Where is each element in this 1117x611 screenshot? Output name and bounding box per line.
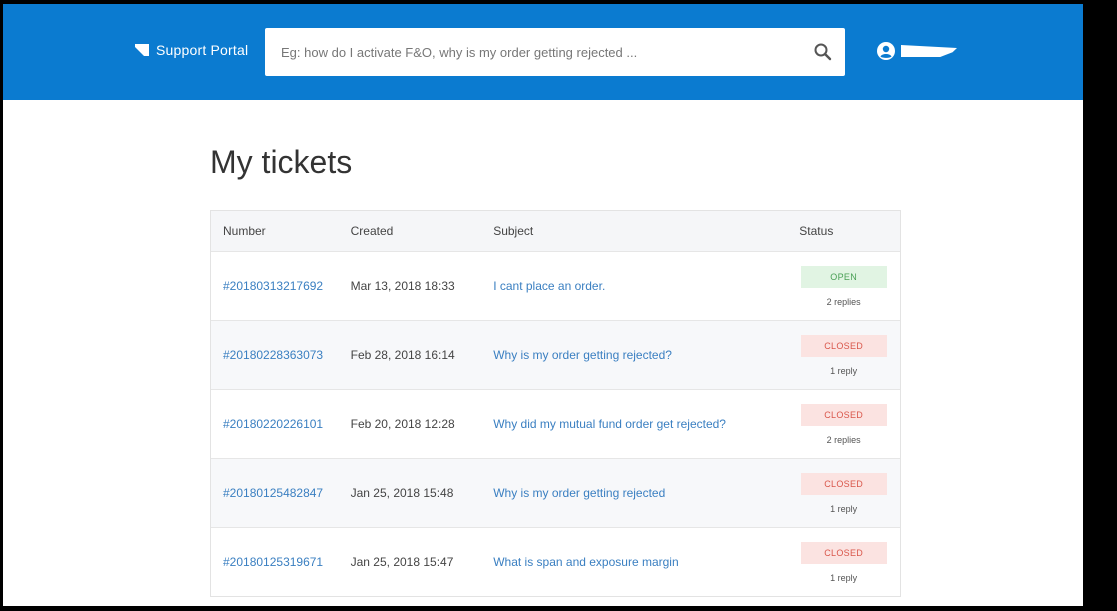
- ticket-created: Jan 25, 2018 15:47: [350, 555, 454, 569]
- ticket-status: CLOSED 2 replies: [787, 403, 900, 445]
- ticket-subject-link[interactable]: Why did my mutual fund order get rejecte…: [493, 417, 726, 431]
- redacted-username: [901, 45, 957, 57]
- ticket-subject-link[interactable]: Why is my order getting rejected: [493, 486, 665, 500]
- column-header-subject: Subject: [493, 224, 534, 238]
- ticket-status: CLOSED 1 reply: [787, 472, 900, 514]
- reply-count: 1 reply: [830, 365, 858, 376]
- table-header-row: Number Created Subject Status: [211, 211, 900, 251]
- ticket-number-link[interactable]: #20180220226101: [223, 417, 323, 431]
- column-header-created: Created: [350, 224, 394, 238]
- column-header-number: Number: [223, 224, 266, 238]
- ticket-number-link[interactable]: #20180313217692: [223, 279, 323, 293]
- ticket-status: CLOSED 1 reply: [787, 541, 900, 583]
- search-box: [265, 28, 845, 76]
- ticket-status: CLOSED 1 reply: [787, 334, 900, 376]
- ticket-number-link[interactable]: #20180125319671: [223, 555, 323, 569]
- reply-count: 2 replies: [826, 434, 861, 445]
- logo-icon: [135, 44, 149, 56]
- status-badge: CLOSED: [800, 334, 887, 357]
- column-header-status: Status: [799, 224, 834, 238]
- page-title: My tickets: [210, 144, 353, 180]
- status-badge: CLOSED: [800, 541, 887, 564]
- header-bar: Support Portal: [3, 4, 1083, 100]
- table-row: #20180125319671 Jan 25, 2018 15:47 What …: [211, 527, 900, 596]
- ticket-subject-link[interactable]: Why is my order getting rejected?: [493, 348, 672, 362]
- brand-label: Support Portal: [156, 42, 249, 58]
- search-input[interactable]: [265, 28, 805, 76]
- ticket-subject-link[interactable]: I cant place an order.: [493, 279, 605, 293]
- ticket-subject-link[interactable]: What is span and exposure margin: [493, 555, 678, 569]
- search-icon: [814, 43, 832, 61]
- user-menu[interactable]: [877, 42, 957, 60]
- table-row: #20180220226101 Feb 20, 2018 12:28 Why d…: [211, 389, 900, 458]
- ticket-created: Feb 28, 2018 16:14: [350, 348, 455, 362]
- search-button[interactable]: [813, 42, 833, 62]
- reply-count: 2 replies: [826, 296, 861, 307]
- ticket-created: Mar 13, 2018 18:33: [350, 279, 455, 293]
- page: Support Portal My tickets Number Crea: [3, 4, 1083, 606]
- brand-link[interactable]: Support Portal: [135, 42, 248, 58]
- table-row: #20180228363073 Feb 28, 2018 16:14 Why i…: [211, 320, 900, 389]
- ticket-number-link[interactable]: #20180228363073: [223, 348, 323, 362]
- status-badge: CLOSED: [800, 403, 887, 426]
- reply-count: 1 reply: [830, 503, 858, 514]
- ticket-created: Jan 25, 2018 15:48: [350, 486, 454, 500]
- status-badge: OPEN: [800, 265, 887, 288]
- ticket-status: OPEN 2 replies: [787, 265, 900, 307]
- ticket-number-link[interactable]: #20180125482847: [223, 486, 323, 500]
- table-row: #20180125482847 Jan 25, 2018 15:48 Why i…: [211, 458, 900, 527]
- user-avatar-icon: [877, 42, 895, 60]
- tickets-table: Number Created Subject Status #201803132…: [210, 210, 901, 597]
- table-row: #20180313217692 Mar 13, 2018 18:33 I can…: [211, 251, 900, 320]
- status-badge: CLOSED: [800, 472, 887, 495]
- ticket-created: Feb 20, 2018 12:28: [350, 417, 455, 431]
- reply-count: 1 reply: [830, 572, 858, 583]
